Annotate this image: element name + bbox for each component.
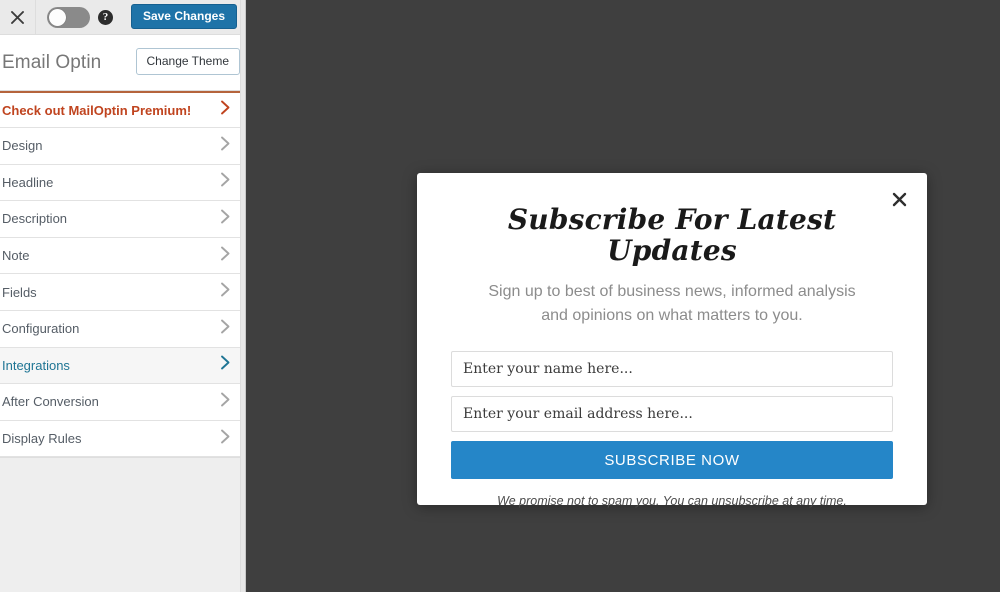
- optin-description: Sign up to best of business news, inform…: [417, 267, 927, 330]
- chevron-right-icon: [220, 282, 231, 303]
- sidebar-scrollbar[interactable]: [240, 0, 245, 592]
- customizer-screen: ? Save Changes Email Optin Change Theme …: [0, 0, 1000, 592]
- optin-headline: Subscribe For Latest Updates: [417, 173, 927, 267]
- chevron-right-icon: [220, 245, 231, 266]
- sidebar-item-label: Design: [0, 138, 42, 153]
- preview-toggle[interactable]: [47, 7, 90, 28]
- sidebar-item-label: Display Rules: [0, 431, 81, 446]
- toggle-knob: [49, 9, 66, 26]
- email-input[interactable]: [451, 396, 893, 432]
- premium-upsell-label: Check out MailOptin Premium!: [0, 103, 191, 118]
- sidebar-item-design[interactable]: Design: [0, 128, 245, 165]
- close-icon[interactable]: [0, 0, 36, 34]
- sidebar-item-integrations[interactable]: Integrations: [0, 348, 245, 385]
- sidebar-item-description[interactable]: Description: [0, 201, 245, 238]
- sidebar-empty-area: [0, 457, 245, 578]
- optin-note: We promise not to spam you. You can unsu…: [417, 479, 927, 508]
- chevron-right-icon: [220, 135, 231, 156]
- sidebar-item-configuration[interactable]: Configuration: [0, 311, 245, 348]
- chevron-right-icon: [220, 391, 231, 412]
- page-title: Email Optin: [0, 52, 101, 74]
- sidebar-item-label: Description: [0, 211, 67, 226]
- chevron-right-icon: [220, 100, 231, 121]
- customizer-titlebar: Email Optin Change Theme: [0, 35, 245, 91]
- chevron-right-icon: [220, 318, 231, 339]
- subscribe-button[interactable]: SUBSCRIBE NOW: [451, 441, 893, 479]
- customizer-topbar: ? Save Changes: [0, 0, 245, 35]
- customizer-menu: Design Headline Description Note Fields Confi…: [0, 128, 245, 457]
- optin-lightbox: Subscribe For Latest Updates Sign up to …: [417, 173, 927, 505]
- optin-form: SUBSCRIBE NOW: [417, 329, 927, 479]
- customizer-sidebar: ? Save Changes Email Optin Change Theme …: [0, 0, 246, 592]
- sidebar-item-label: After Conversion: [0, 394, 99, 409]
- sidebar-item-display-rules[interactable]: Display Rules: [0, 421, 245, 458]
- question-mark-icon[interactable]: ?: [98, 10, 113, 25]
- chevron-right-icon: [220, 208, 231, 229]
- name-input[interactable]: [451, 351, 893, 387]
- toggle-track: [47, 7, 90, 28]
- sidebar-item-fields[interactable]: Fields: [0, 274, 245, 311]
- close-icon[interactable]: [889, 189, 909, 209]
- chevron-right-icon: [220, 428, 231, 449]
- sidebar-item-label: Fields: [0, 285, 37, 300]
- sidebar-item-label: Integrations: [0, 358, 70, 373]
- sidebar-item-headline[interactable]: Headline: [0, 165, 245, 202]
- change-theme-button[interactable]: Change Theme: [136, 48, 241, 75]
- sidebar-item-label: Headline: [0, 175, 53, 190]
- preview-pane: Subscribe For Latest Updates Sign up to …: [246, 0, 1000, 592]
- sidebar-item-label: Note: [0, 248, 29, 263]
- sidebar-item-after-conversion[interactable]: After Conversion: [0, 384, 245, 421]
- chevron-right-icon: [220, 172, 231, 193]
- sidebar-item-note[interactable]: Note: [0, 238, 245, 275]
- chevron-right-icon: [220, 355, 231, 376]
- sidebar-item-label: Configuration: [0, 321, 79, 336]
- save-changes-button[interactable]: Save Changes: [131, 4, 237, 29]
- premium-upsell-link[interactable]: Check out MailOptin Premium!: [0, 91, 245, 128]
